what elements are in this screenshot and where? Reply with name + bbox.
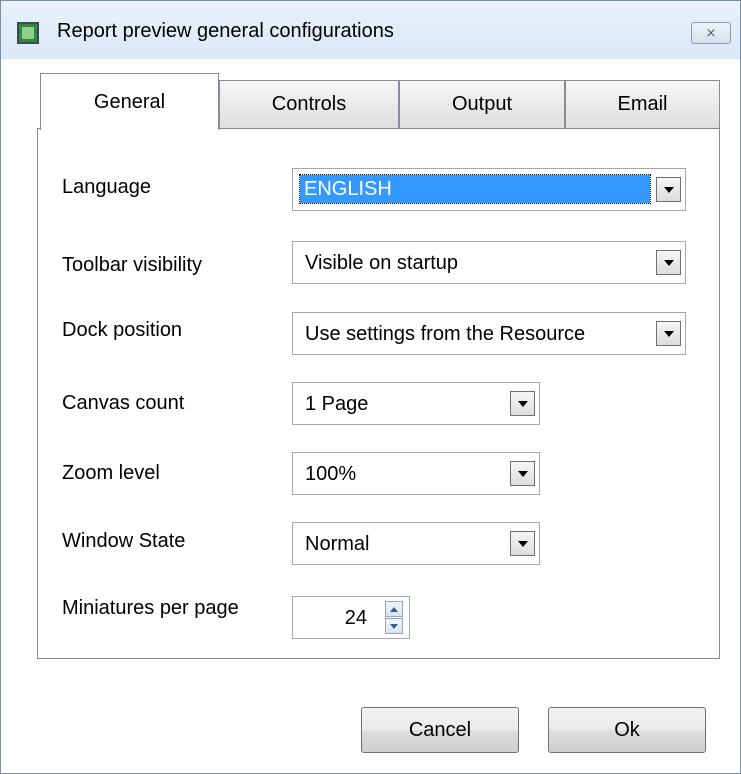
canvas-count-value: 1 Page: [305, 393, 369, 415]
chevron-down-icon[interactable]: [510, 531, 535, 556]
chevron-down-icon[interactable]: [656, 177, 681, 202]
toolbar-visibility-value: Visible on startup: [305, 252, 459, 274]
zoom-level-select[interactable]: 100%: [292, 452, 540, 495]
chevron-down-icon[interactable]: [510, 391, 535, 416]
cancel-button[interactable]: Cancel: [361, 707, 519, 753]
zoom-level-value: 100%: [305, 463, 357, 485]
close-button[interactable]: ⨯: [691, 22, 731, 44]
miniatures-per-page-value: 24: [344, 607, 367, 629]
canvas-count-select[interactable]: 1 Page: [292, 382, 540, 425]
chevron-down-icon[interactable]: [656, 250, 681, 275]
tab-controls[interactable]: Controls: [219, 80, 399, 128]
tab-output[interactable]: Output: [399, 80, 565, 128]
window-state-select[interactable]: Normal: [292, 522, 540, 565]
tab-general[interactable]: General: [40, 73, 219, 130]
title-bar[interactable]: Report preview general configurations ⨯: [1, 1, 740, 59]
miniatures-per-page-stepper[interactable]: 24: [292, 596, 410, 639]
window-state-value: Normal: [305, 533, 370, 555]
chevron-down-icon[interactable]: [510, 461, 535, 486]
tab-email[interactable]: Email: [565, 80, 720, 128]
toolbar-visibility-select[interactable]: Visible on startup: [292, 241, 686, 284]
ok-button[interactable]: Ok: [548, 707, 706, 753]
window-title: Report preview general configurations: [57, 20, 394, 42]
spin-up-icon[interactable]: [385, 601, 403, 617]
dock-position-value: Use settings from the Resource: [305, 323, 586, 345]
language-value: ENGLISH: [299, 174, 651, 204]
language-select[interactable]: ENGLISH: [292, 168, 686, 211]
chevron-down-icon[interactable]: [656, 321, 681, 346]
dock-position-select[interactable]: Use settings from the Resource: [292, 312, 686, 355]
app-icon: [17, 22, 39, 44]
spin-down-icon[interactable]: [385, 618, 403, 634]
